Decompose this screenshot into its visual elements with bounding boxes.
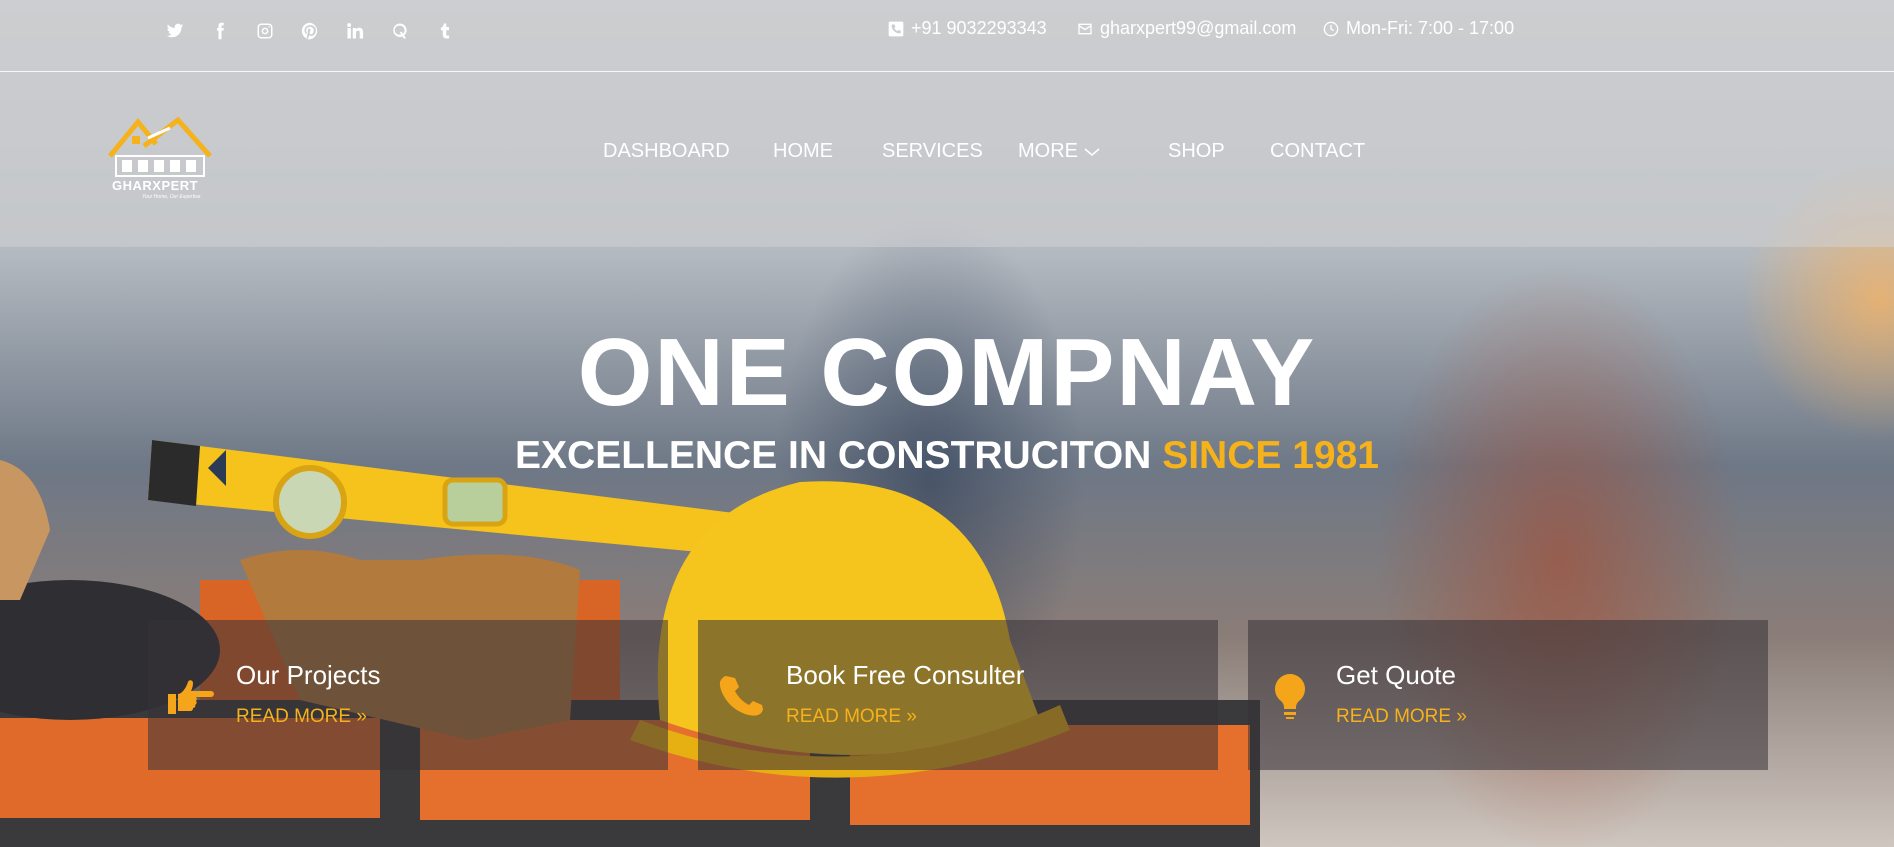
site-logo[interactable]: GHARXPERT Your Home, Our Expertise: [108, 116, 212, 202]
pinterest-icon[interactable]: [301, 22, 319, 40]
email-address: gharxpert99@gmail.com: [1100, 18, 1297, 38]
nav-dashboard[interactable]: DASHBOARD: [603, 140, 730, 163]
phone-number: +91 9032293343: [911, 18, 1047, 38]
chevron-down-icon: [1084, 148, 1100, 157]
read-more-link[interactable]: READ MORE »: [1336, 706, 1467, 728]
card-book-consulter[interactable]: Book Free Consulter READ MORE »: [698, 620, 1218, 770]
card-our-projects[interactable]: Our Projects READ MORE »: [148, 620, 668, 770]
logo-name: GHARXPERT: [112, 178, 199, 193]
twitter-icon[interactable]: [166, 22, 184, 40]
card-title: Get Quote: [1336, 660, 1456, 690]
nav-more-label: MORE: [1018, 140, 1078, 162]
pointing-hand-icon: [166, 672, 214, 720]
quora-icon[interactable]: [391, 22, 409, 40]
hours-contact: Mon-Fri: 7:00 - 17:00: [1323, 18, 1514, 39]
card-title: Our Projects: [236, 660, 381, 690]
hero-title: ONE COMPNAY: [577, 319, 1317, 426]
read-more-link[interactable]: READ MORE »: [236, 706, 367, 728]
phone-icon: [716, 672, 764, 720]
page: +91 9032293343 gharxpert99@gmail.com Mon…: [0, 0, 1894, 847]
hero-subtitle-main: EXCELLENCE IN CONSTRUCITON: [515, 434, 1152, 477]
mail-icon: [1078, 23, 1092, 34]
linkedin-icon[interactable]: [346, 22, 364, 40]
nav-contact[interactable]: CONTACT: [1270, 140, 1365, 163]
logo-tagline: Your Home, Our Expertise: [142, 194, 201, 200]
lightbulb-icon: [1266, 672, 1314, 720]
hero-subtitle-accent: SINCE 1981: [1162, 434, 1379, 477]
hero-subtitle: EXCELLENCE IN CONSTRUCITON SINCE 1981: [0, 434, 1894, 478]
house-logo-icon: [108, 116, 212, 177]
phone-icon: [888, 21, 904, 36]
nav-shop[interactable]: SHOP: [1168, 140, 1225, 163]
instagram-icon[interactable]: [256, 22, 274, 40]
card-get-quote[interactable]: Get Quote READ MORE »: [1248, 620, 1768, 770]
top-bar: +91 9032293343 gharxpert99@gmail.com Mon…: [0, 0, 1894, 72]
nav-home[interactable]: HOME: [773, 140, 833, 163]
nav-more[interactable]: MORE: [1018, 140, 1100, 163]
business-hours: Mon-Fri: 7:00 - 17:00: [1346, 18, 1515, 38]
email-contact[interactable]: gharxpert99@gmail.com: [1077, 18, 1296, 39]
phone-contact[interactable]: +91 9032293343: [888, 18, 1047, 39]
clock-icon: [1323, 21, 1339, 36]
nav-services[interactable]: SERVICES: [882, 140, 983, 163]
card-title: Book Free Consulter: [786, 660, 1025, 690]
tumblr-icon[interactable]: [436, 22, 454, 40]
read-more-link[interactable]: READ MORE »: [786, 706, 917, 728]
facebook-icon[interactable]: [211, 22, 229, 40]
social-links: [166, 22, 454, 40]
